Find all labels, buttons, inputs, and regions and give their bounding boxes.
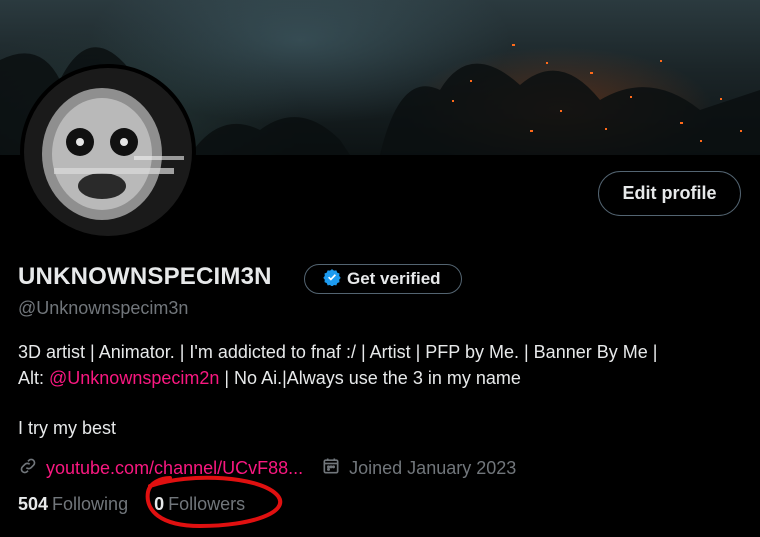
profile-bio: 3D artist | Animator. | I'm addicted to … <box>18 339 748 441</box>
joined-date: Joined January 2023 <box>349 457 517 478</box>
profile-handle: @Unknownspecim3n <box>18 298 189 318</box>
get-verified-button[interactable]: Get verified <box>304 264 462 294</box>
bio-alt-prefix: Alt: <box>18 368 50 388</box>
follow-stats: 504 Following 0 Followers <box>18 494 245 515</box>
bio-line-2-suffix: | No Ai.|Always use the 3 in my name <box>219 368 521 388</box>
profile-avatar[interactable] <box>20 64 196 240</box>
link-icon <box>18 456 38 481</box>
following-count: 504 <box>18 494 49 514</box>
following-link[interactable]: 504 Following <box>18 494 128 515</box>
alt-account-mention-link[interactable]: @Unknownspecim2n <box>49 368 219 388</box>
avatar-image <box>24 68 192 236</box>
bio-line-2: Alt: @Unknownspecim2n | No Ai.|Always us… <box>18 365 748 391</box>
bio-line-3: I try my best <box>18 418 117 438</box>
edit-profile-button[interactable]: Edit profile <box>598 171 741 216</box>
get-verified-label: Get verified <box>347 269 441 288</box>
display-name: UNKNOWNSPECIM3N <box>18 263 272 290</box>
profile-meta: youtube.com/channel/UCvF88... Joined Jan… <box>18 455 516 481</box>
followers-link[interactable]: 0 Followers <box>154 494 245 515</box>
followers-count: 0 <box>154 494 165 514</box>
website-link[interactable]: youtube.com/channel/UCvF88... <box>46 458 303 479</box>
followers-label: Followers <box>168 494 246 514</box>
verified-badge-icon <box>323 268 341 291</box>
following-label: Following <box>52 494 129 514</box>
calendar-icon <box>321 456 341 481</box>
bio-line-1: 3D artist | Animator. | I'm addicted to … <box>18 342 658 362</box>
